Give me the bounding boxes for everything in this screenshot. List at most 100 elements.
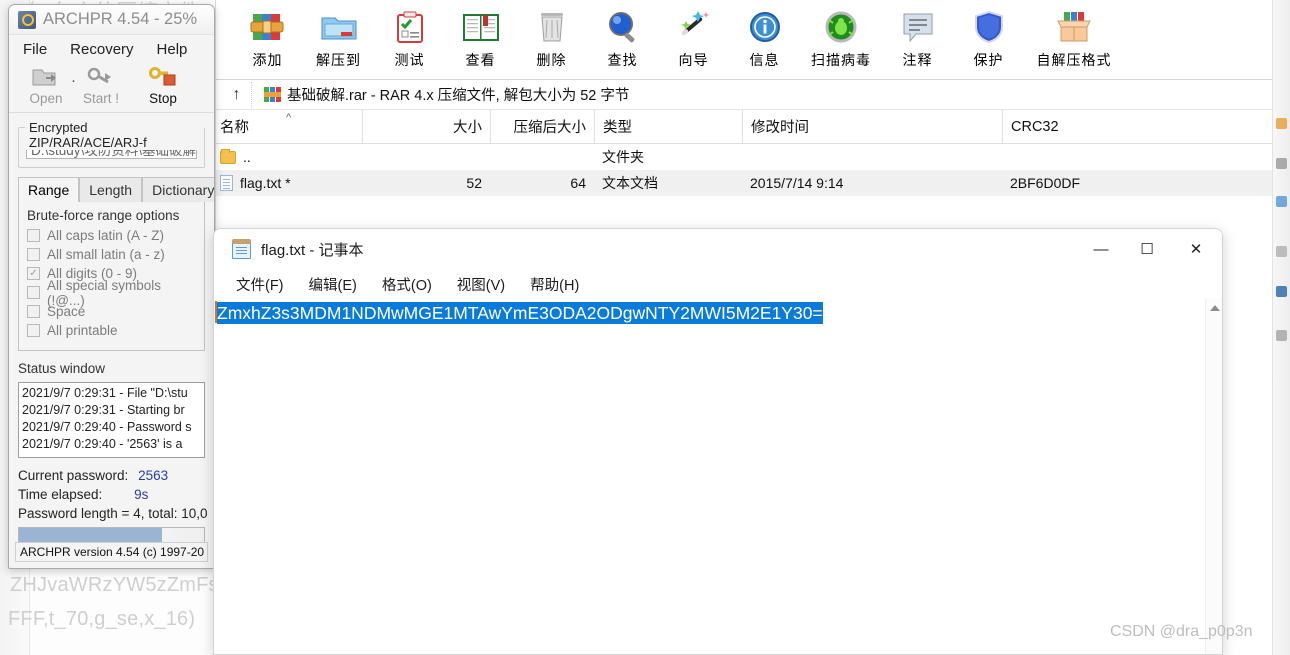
table-row[interactable]: .. 文件夹 (216, 144, 1290, 170)
column-header-type[interactable]: 类型 (594, 109, 742, 144)
taskbar-icon-2[interactable] (1276, 158, 1287, 169)
toolbar-button-view[interactable]: 查看 (445, 4, 516, 70)
comment-icon (896, 8, 940, 48)
background-ghost-text-1: ZHJvaWRzYW5zZmFs (10, 574, 219, 596)
checkbox-row-all-special-symbols[interactable]: All special symbols (!@...) (27, 278, 196, 308)
tab-range[interactable]: Range (18, 177, 80, 202)
find-magnifier-icon (601, 8, 645, 48)
row-name-cell: .. (216, 148, 362, 165)
checkbox-all-small-latin[interactable] (27, 248, 40, 261)
menu-item-recovery[interactable]: Recovery (70, 41, 133, 58)
toolbar-button-protect[interactable]: 保护 (953, 4, 1024, 70)
taskbar-icon-6[interactable] (1276, 330, 1287, 341)
background-right-taskbar (1272, 0, 1290, 655)
column-header-size[interactable]: 大小 (362, 109, 490, 144)
menu-item-edit[interactable]: 编辑(E) (309, 274, 357, 295)
toolbar-button-wizard[interactable]: 向导 (658, 4, 729, 70)
archpr-open-label: Open (29, 91, 63, 106)
menu-item-help[interactable]: Help (157, 41, 188, 58)
toolbar-label-extract: 解压到 (316, 52, 361, 68)
up-one-level-icon[interactable]: ↑ (222, 81, 252, 108)
info-circle-icon (743, 8, 787, 48)
column-header-crc32[interactable]: CRC32 (1002, 109, 1262, 144)
checkbox-all-digits[interactable]: ✓ (27, 267, 40, 280)
row-type-cell: 文本文档 (602, 175, 658, 191)
taskbar-icon-4[interactable] (1276, 246, 1287, 257)
close-icon[interactable]: ✕ (1170, 229, 1222, 269)
archpr-open-button[interactable]: Open (15, 63, 77, 106)
taskbar-icon-3[interactable] (1276, 196, 1287, 207)
column-header-name-label: 名称 (220, 120, 249, 136)
checkbox-label-all-special-symbols: All special symbols (!@...) (47, 277, 162, 308)
row-modified-cell: 2015/7/14 9:14 (750, 175, 844, 191)
checkbox-space[interactable] (27, 305, 40, 318)
archpr-menubar[interactable]: File Recovery Help (9, 35, 214, 63)
column-header-packed[interactable]: 压缩后大小 (490, 109, 594, 144)
menu-item-file[interactable]: File (23, 41, 47, 58)
taskbar-icon-1[interactable] (1276, 118, 1287, 129)
column-header-modified[interactable]: 修改时间 (742, 109, 1002, 144)
checkbox-label-space: Space (47, 304, 86, 319)
checkbox-label-all-small-latin: All small latin (a - z) (47, 247, 165, 262)
archpr-stats: Current password: 2563 Time elapsed: 9s … (18, 466, 208, 523)
checkbox-label-all-printable: All printable (47, 323, 118, 338)
archive-title-text: 基础破解.rar - RAR 4.x 压缩文件, 解包大小为 52 字节 (287, 88, 630, 104)
archpr-toolbar: Open · Start ! Stop (9, 63, 214, 113)
checkbox-row-all-caps-latin[interactable]: All caps latin (A - Z) (27, 226, 196, 245)
toolbar-button-test[interactable]: 测试 (374, 4, 445, 70)
toolbar-button-extract[interactable]: 解压到 (303, 4, 374, 70)
screen-root: 包 包上的压缩文件 ZHJvaWRzYW5zZmFs FFF,t_70,g_se… (0, 0, 1290, 655)
toolbar-button-virusscan[interactable]: 扫描病毒 (800, 4, 882, 70)
menu-item-view[interactable]: 视图(V) (457, 274, 505, 295)
toolbar-button-find[interactable]: 查找 (587, 4, 658, 70)
virus-scan-icon (819, 8, 863, 48)
notepad-window[interactable]: flag.txt - 记事本 — ☐ ✕ 文件(F) 编辑(E) 格式(O) 视… (213, 228, 1223, 655)
scroll-up-arrow-icon[interactable] (1210, 305, 1220, 311)
wizard-wand-icon (672, 8, 716, 48)
status-line: 2021/9/7 0:29:40 - Password s (22, 420, 192, 434)
time-elapsed-row: Time elapsed: 9s (18, 485, 205, 504)
tab-dictionary[interactable]: Dictionary (142, 177, 214, 202)
file-list-header[interactable]: 名称 ^ 大小 压缩后大小 类型 修改时间 CRC32 (216, 109, 1290, 144)
notepad-menubar[interactable]: 文件(F) 编辑(E) 格式(O) 视图(V) 帮助(H) (214, 269, 1222, 299)
maximize-icon[interactable]: ☐ (1124, 229, 1170, 269)
winrar-pathbar[interactable]: ↑ 基础破解.rar - RAR 4.x 压缩文件, 解包大小为 52 字节 (216, 80, 1290, 110)
menu-item-help[interactable]: 帮助(H) (530, 274, 579, 295)
toolbar-label-info: 信息 (749, 52, 780, 68)
column-header-name[interactable]: 名称 ^ (216, 110, 362, 144)
archpr-window[interactable]: ARCHPR 4.54 - 25% File Recovery Help Ope… (8, 4, 215, 569)
tab-length[interactable]: Length (79, 177, 143, 202)
menu-item-format[interactable]: 格式(O) (382, 274, 432, 295)
archpr-tabs[interactable]: Range Length Dictionary (18, 177, 214, 202)
checkbox-row-all-printable[interactable]: All printable (27, 321, 196, 340)
notepad-text-area[interactable]: ZmxhZ3s3MDM1NDMwMGE1MTAwYmE3ODA2ODgwNTY2… (214, 299, 1222, 654)
menu-item-file[interactable]: 文件(F) (236, 274, 284, 295)
row-crc-cell: 2BF6D0DF (1010, 175, 1081, 191)
archpr-titlebar[interactable]: ARCHPR 4.54 - 25% (9, 5, 214, 35)
taskbar-icon-5[interactable] (1276, 286, 1287, 297)
toolbar-button-info[interactable]: 信息 (729, 4, 800, 70)
archpr-status-window[interactable]: 2021/9/7 0:29:31 - File "D:\stu 2021/9/7… (18, 382, 205, 458)
row-type-cell: 文件夹 (602, 149, 644, 165)
notepad-content-line[interactable]: ZmxhZ3s3MDM1NDMwMGE1MTAwYmE3ODA2ODgwNTY2… (217, 302, 1204, 324)
watermark-text: CSDN @dra_p0p3n (1110, 623, 1253, 640)
sort-ascending-icon: ^ (286, 111, 292, 124)
notepad-scrollbar[interactable] (1205, 299, 1222, 654)
toolbar-button-add[interactable]: 添加 (232, 4, 303, 70)
toolbar-button-comment[interactable]: 注释 (882, 4, 953, 70)
checkbox-row-all-small-latin[interactable]: All small latin (a - z) (27, 245, 196, 264)
toolbar-button-delete[interactable]: 删除 (516, 4, 587, 70)
archpr-stop-button[interactable]: Stop (132, 63, 194, 106)
archpr-start-button[interactable]: Start ! (70, 63, 132, 106)
checkbox-all-special-symbols[interactable] (27, 286, 40, 299)
archpr-app-icon (18, 10, 36, 29)
table-row[interactable]: flag.txt * 52 64 文本文档 2015/7/14 9:14 2BF… (216, 170, 1290, 196)
toolbar-button-sfx[interactable]: 自解压格式 (1024, 4, 1124, 70)
text-file-icon (220, 175, 233, 191)
toolbar-label-protect: 保护 (973, 52, 1004, 68)
checkbox-all-printable[interactable] (27, 324, 40, 337)
toolbar-label-add: 添加 (252, 52, 283, 68)
minimize-icon[interactable]: — (1078, 229, 1124, 269)
notepad-titlebar[interactable]: flag.txt - 记事本 — ☐ ✕ (214, 229, 1222, 269)
checkbox-all-caps-latin[interactable] (27, 229, 40, 242)
